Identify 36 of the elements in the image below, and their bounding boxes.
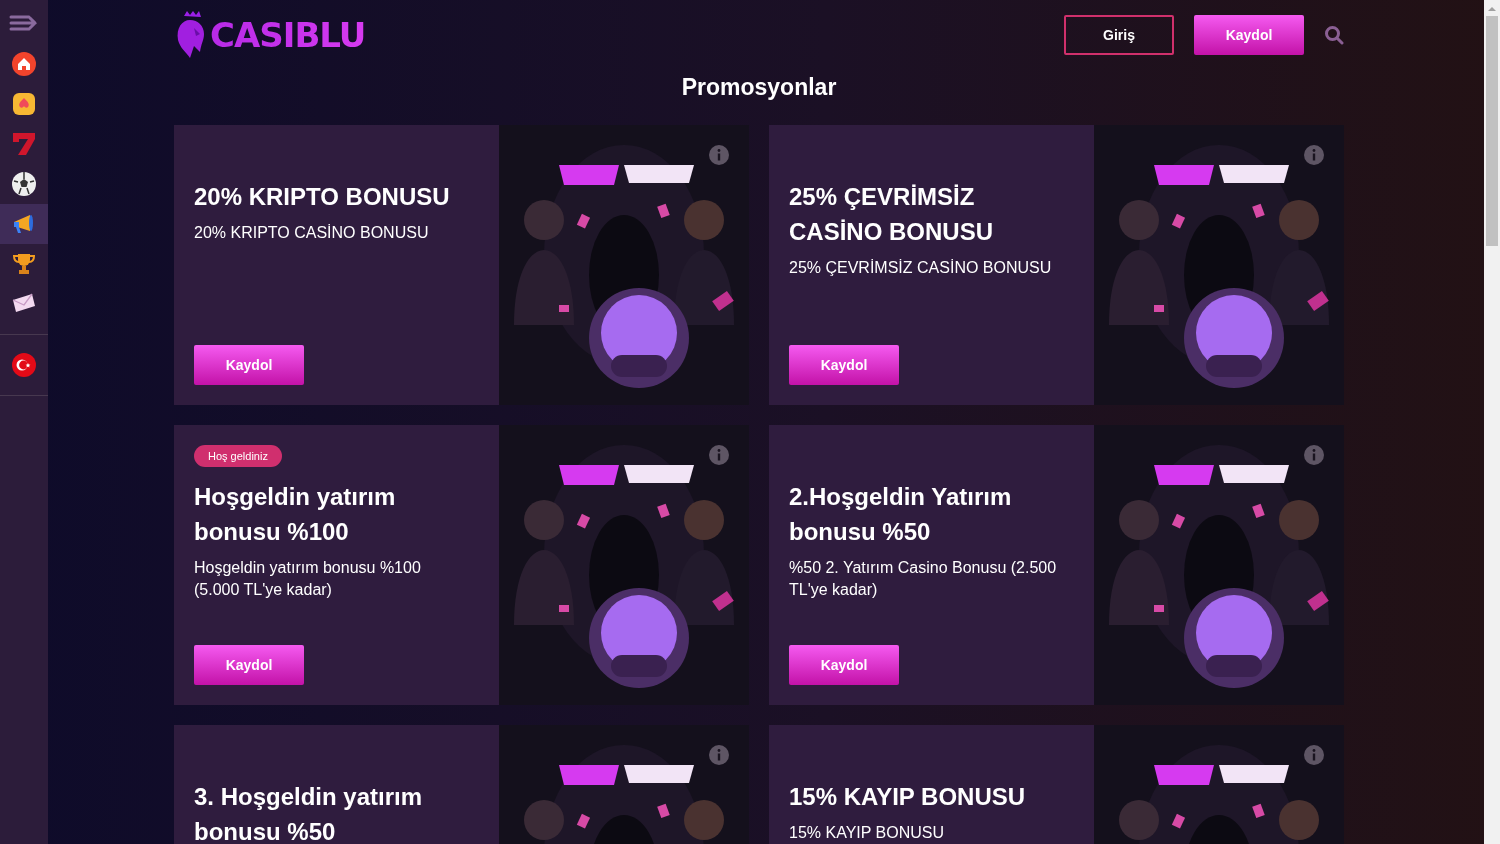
info-icon[interactable] — [1304, 145, 1324, 165]
promotion-title: 3. Hoşgeldin yatırım bonusu %50 — [194, 782, 424, 844]
scroll-up-icon[interactable] — [1487, 6, 1497, 12]
info-icon[interactable] — [709, 745, 729, 765]
page-title: Promosyonlar — [680, 73, 838, 102]
spade-icon — [11, 91, 37, 117]
scrollbar-thumb[interactable] — [1486, 16, 1498, 246]
promotion-tag: Hoş geldiniz — [194, 445, 282, 467]
promotion-description: 25% ÇEVRİMSİZ CASİNO BONUSU — [789, 258, 1052, 278]
promotion-title: 15% KAYIP BONUSU — [789, 782, 1026, 812]
info-icon[interactable] — [709, 145, 729, 165]
promotion-description: 20% KRIPTO CASİNO BONUSU — [194, 223, 429, 243]
promotion-title: Hoşgeldin yatırım bonusu %100 — [194, 482, 397, 547]
promotion-description: Hoşgeldin yatırım bonusu %100 (5.000 TL'ye kadar) — [194, 558, 422, 600]
register-button[interactable]: Kaydol — [789, 345, 899, 385]
register-button[interactable]: Kaydol — [1194, 15, 1304, 55]
register-button[interactable]: Kaydol — [194, 345, 304, 385]
info-icon[interactable] — [1304, 445, 1324, 465]
register-button[interactable]: Kaydol — [194, 645, 304, 685]
football-icon — [11, 171, 37, 197]
sidebar-item[interactable] — [0, 204, 48, 244]
promotion-title: 20% KRIPTO BONUSU — [194, 182, 450, 212]
trophy-icon — [11, 251, 37, 277]
promotion-description: 15% KAYIP BONUSU — [789, 823, 945, 843]
register-button[interactable]: Kaydol — [789, 645, 899, 685]
info-icon[interactable] — [1304, 745, 1324, 765]
turkish-flag-icon[interactable] — [11, 352, 37, 378]
menu-icon[interactable] — [9, 14, 39, 32]
house-icon — [11, 51, 37, 77]
search-icon[interactable] — [1324, 25, 1344, 45]
login-button[interactable]: Giriş — [1064, 15, 1174, 55]
info-icon[interactable] — [709, 445, 729, 465]
promotion-title: 25% ÇEVRİMSİZ CASİNO BONUSU — [789, 182, 994, 247]
promotion-description: %50 2. Yatırım Casino Bonusu (2.500 TL'ye kadar) — [789, 558, 1058, 600]
seven-icon — [11, 131, 37, 157]
promotion-title: 2.Hoşgeldin Yatırım bonusu %50 — [789, 482, 1013, 547]
